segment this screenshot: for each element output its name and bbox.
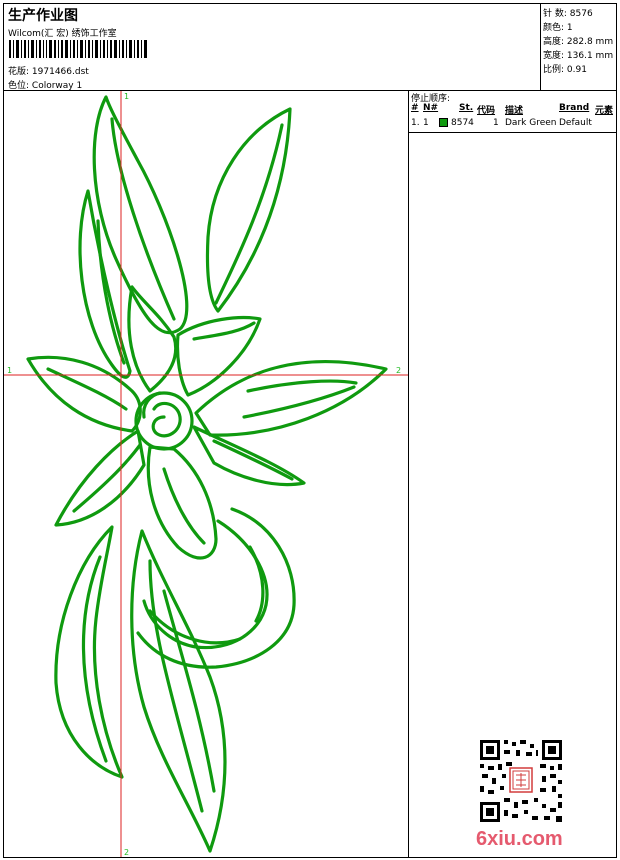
studio-name: Wilcom(汇 宏) 绣饰工作室 [8,29,117,39]
flower-embroidery-icon: 1 2 1 2 [4,91,408,857]
col-needle: N# [423,103,439,113]
col-code: 代码 [477,106,496,116]
row-needle: 1 [423,118,429,128]
stat-ratio-label: 比例: [543,65,565,75]
stat-colors-value: 1 [566,23,573,33]
stats-panel: 针 数: 8576 颜色: 1 高度: 282.8 mm 宽度: 136.1 m… [540,4,617,90]
thread-color-swatch [439,118,448,127]
production-sheet: 生产作业图 Wilcom(汇 宏) 绣饰工作室 花版: 1971466.dst … [3,3,617,858]
barcode-icon [9,40,147,58]
v-axis-end-label: 2 [124,848,129,857]
v-axis-start-label: 1 [124,92,129,101]
colorway-line: 色位: Colorway 1 [8,78,82,91]
stat-height: 高度: 282.8 mm [543,34,613,47]
col-index: # [411,103,419,113]
row-stitches: 1 [493,118,499,128]
row-brand: Default [559,118,592,128]
stat-width: 宽度: 136.1 mm [543,48,613,61]
design-canvas: 1 2 1 2 [4,91,409,857]
stat-stitches: 针 数: 8576 [543,6,593,19]
stat-colors-label: 颜色: [543,23,565,33]
design-file: 1971466.dst [31,67,89,77]
col-brand: Brand [559,103,590,113]
stat-width-label: 宽度: [543,51,565,61]
row-description: Dark Green [505,118,557,128]
colorway: Colorway 1 [31,81,83,91]
stat-height-label: 高度: [543,37,565,47]
stat-stitches-label: 针 数: [543,9,567,19]
row-code: 8574 [451,118,474,128]
embroidery-outline [26,95,388,853]
page-title: 生产作业图 [8,8,78,24]
qr-code-icon [478,738,564,824]
stat-ratio-value: 0.91 [566,65,587,75]
stop-sequence-panel: 停止顺序: # N# St. 代码 描述 Brand 元素 1. 1 8574 … [409,91,616,133]
stat-width-value: 136.1 mm [566,51,614,61]
h-axis-end-label: 2 [396,366,401,375]
row-index: 1. [411,118,420,128]
color-label: 色位: [8,81,30,91]
col-description: 描述 [505,106,524,116]
col-element: 元素 [595,106,614,116]
stat-stitches-value: 8576 [569,9,593,19]
col-stitches: St. [459,103,474,113]
header-block: 生产作业图 Wilcom(汇 宏) 绣饰工作室 花版: 1971466.dst … [4,4,616,91]
stat-colors: 颜色: 1 [543,20,573,33]
site-watermark: 6xiu.com [476,828,563,850]
design-label: 花版: [8,67,30,77]
design-file-line: 花版: 1971466.dst [8,64,89,77]
stat-ratio: 比例: 0.91 [543,62,587,75]
stat-height-value: 282.8 mm [566,37,614,47]
h-axis-start-label: 1 [7,366,12,375]
